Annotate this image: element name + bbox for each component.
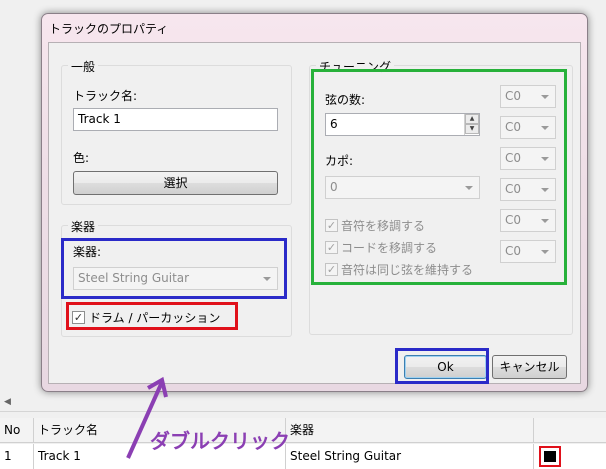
spin-up-icon[interactable]: ▲	[465, 114, 479, 124]
string-note-value: C0	[505, 89, 522, 103]
instrument-group-label: 楽器	[68, 218, 99, 235]
column-header-no[interactable]: No	[0, 418, 34, 443]
string-note-select-2[interactable]: C0	[500, 116, 556, 139]
tuning-group-label: チューニング	[316, 58, 395, 75]
transpose-notes-label[interactable]: 音符を移調する	[341, 217, 425, 234]
strings-label: 弦の数:	[325, 93, 366, 107]
transpose-notes-checkbox[interactable]: ✓	[325, 219, 338, 232]
horizontal-scrollbar[interactable]: ◀	[0, 396, 606, 412]
transpose-chords-checkbox[interactable]: ✓	[325, 241, 338, 254]
column-header-instrument[interactable]: 楽器	[286, 418, 534, 443]
track-table: No トラック名 楽器 1 Track 1 Steel String Guita…	[0, 418, 606, 469]
string-note-value: C0	[505, 182, 522, 196]
string-note-select-5[interactable]: C0	[500, 209, 556, 232]
capo-select[interactable]: 0	[325, 176, 480, 199]
capo-value: 0	[330, 180, 338, 194]
string-note-value: C0	[505, 244, 522, 258]
dialog-client-area: 一般 トラック名: Track 1 色: 選択 楽器 楽器: Steel Str…	[48, 42, 581, 384]
strings-stepper[interactable]: 6	[325, 113, 480, 136]
table-row-instrument[interactable]: Steel String Guitar	[286, 444, 534, 469]
string-note-select-6[interactable]: C0	[500, 240, 556, 263]
string-note-value: C0	[505, 120, 522, 134]
double-click-annotation: ダブルクリック	[150, 429, 290, 453]
table-row-color[interactable]	[534, 444, 606, 469]
chevron-down-icon	[263, 277, 271, 281]
string-note-value: C0	[505, 213, 522, 227]
column-header-color[interactable]	[534, 418, 606, 443]
instrument-select-value: Steel String Guitar	[78, 271, 190, 285]
chevron-down-icon	[541, 157, 549, 161]
string-note-select-4[interactable]: C0	[500, 178, 556, 201]
chevron-down-icon	[541, 188, 549, 192]
chevron-down-icon	[541, 250, 549, 254]
ok-button[interactable]: Ok	[404, 355, 487, 379]
instrument-select[interactable]: Steel String Guitar	[73, 267, 278, 290]
spin-down-icon[interactable]: ▼	[465, 124, 479, 134]
instrument-label: 楽器:	[73, 245, 102, 259]
drum-checkbox-label[interactable]: ドラム / パーカッション	[89, 309, 220, 326]
keep-strings-checkbox[interactable]: ✓	[325, 263, 338, 276]
transpose-chords-label[interactable]: コードを移調する	[341, 239, 437, 256]
track-name-input[interactable]: Track 1	[73, 108, 278, 131]
chevron-down-icon	[465, 186, 473, 190]
select-color-button[interactable]: 選択	[73, 171, 278, 195]
cancel-button[interactable]: キャンセル	[492, 355, 567, 379]
chevron-down-icon	[541, 95, 549, 99]
chevron-down-icon	[541, 219, 549, 223]
color-label: 色:	[73, 151, 90, 165]
string-note-select-1[interactable]: C0	[500, 85, 556, 108]
capo-label: カポ:	[325, 154, 354, 168]
strings-spin-buttons[interactable]: ▲ ▼	[464, 114, 479, 135]
scroll-left-icon[interactable]: ◀	[4, 397, 11, 407]
color-swatch[interactable]	[539, 446, 561, 467]
table-row-no[interactable]: 1	[0, 444, 34, 469]
string-note-value: C0	[505, 151, 522, 165]
dialog-title: トラックのプロパティ	[49, 22, 169, 36]
general-group-label: 一般	[68, 58, 99, 75]
keep-strings-label[interactable]: 音符は同じ弦を維持する	[341, 261, 473, 278]
strings-value: 6	[330, 117, 338, 131]
drum-checkbox[interactable]: ✓	[72, 311, 85, 324]
string-note-select-3[interactable]: C0	[500, 147, 556, 170]
chevron-down-icon	[541, 126, 549, 130]
track-name-label: トラック名:	[73, 89, 138, 103]
